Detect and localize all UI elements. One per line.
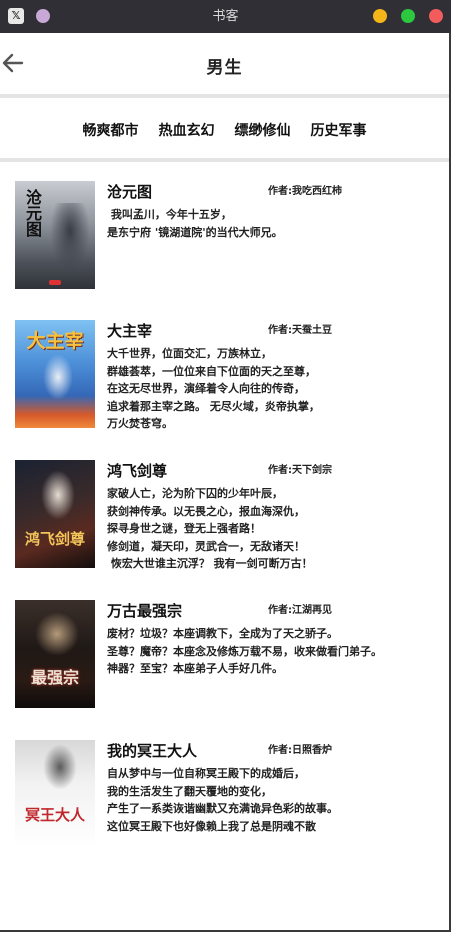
book-cover-image[interactable]: 大主宰 [15,320,95,428]
category-tab[interactable]: 历史军事 [311,118,367,144]
page-header: 男生 [0,33,449,95]
book-cover-title: 沧元图 [23,189,42,237]
book-title[interactable]: 鸿飞剑尊 [107,460,167,481]
maximize-button[interactable] [401,9,415,23]
book-item[interactable]: 鸿飞剑尊 鸿飞剑尊 作者:天下剑宗 家破人亡，沦为阶下囚的少年叶辰， 获剑神传承… [0,460,449,580]
book-cover-image[interactable]: 沧元图 [15,181,95,289]
book-cover-title: 大主宰 [26,330,84,352]
category-tab[interactable]: 畅爽都市 [83,118,139,144]
book-cover-title: 鸿飞剑尊 [24,530,85,548]
book-description: 自从梦中与一位自称冥王殿下的成婚后， 我的生活发生了翻天覆地的变化， 产生了一系… [107,767,338,833]
book-title[interactable]: 我的冥王大人 [107,740,197,761]
book-author: 作者:天下剑宗 [268,465,332,476]
category-tabs: 畅爽都市 热血玄幻 缥缈修仙 历史军事 [0,118,449,144]
book-description: 废材？垃圾？本座调教下，全成为了天之骄子。 圣尊？魔帝？本座念及修炼万载不易，收… [107,627,382,675]
category-tab[interactable]: 热血玄幻 [159,118,215,144]
book-author: 作者:我吃西红柿 [268,186,342,197]
minimize-button[interactable] [373,9,387,23]
book-item[interactable]: 最强宗 万古最强宗 作者:江湖再见 废材？垃圾？本座调教下，全成为了天之骄子。 … [0,600,449,720]
page-title: 男生 [206,58,243,78]
book-cover-image[interactable]: 最强宗 [15,600,95,708]
category-divider [0,158,449,162]
book-cover-title: 最强宗 [30,668,79,687]
book-description: 大千世界，位面交汇，万族林立， 群雄荟萃，一位位来自下位面的天之至尊， 在这无尽… [107,347,320,430]
book-title[interactable]: 万古最强宗 [107,600,182,621]
book-author: 作者:江湖再见 [268,605,332,616]
book-description: 我叫孟川，今年十五岁， 是东宁府 '镜湖道院'的当代大师兄。 [107,208,283,239]
book-cover-image[interactable]: 冥王大人 [15,740,95,848]
book-item[interactable]: 大主宰 大主宰 作者:天蚕土豆 大千世界，位面交汇，万族林立， 群雄荟萃，一位位… [0,320,449,440]
book-item[interactable]: 沧元图 沧元图 作者:我吃西红柿 我叫孟川，今年十五岁， 是东宁府 '镜湖道院'… [0,181,449,301]
book-author: 作者:日照香炉 [268,745,332,756]
book-cover-title: 冥王大人 [24,806,85,824]
book-title[interactable]: 沧元图 [107,181,152,202]
book-item[interactable]: 冥王大人 我的冥王大人 作者:日照香炉 自从梦中与一位自称冥王殿下的成婚后， 我… [0,740,449,860]
category-tab[interactable]: 缥缈修仙 [235,118,291,144]
book-cover-image[interactable]: 鸿飞剑尊 [15,460,95,568]
book-author: 作者:天蚕土豆 [268,325,332,336]
close-button[interactable] [429,9,443,23]
book-title[interactable]: 大主宰 [107,320,152,341]
window-titlebar: 𝕏 书客 [0,0,451,33]
header-divider [0,94,449,98]
book-description: 家破人亡，沦为阶下囚的少年叶辰， 获剑神传承。以无畏之心，报血海深仇， 探寻身世… [107,487,313,570]
